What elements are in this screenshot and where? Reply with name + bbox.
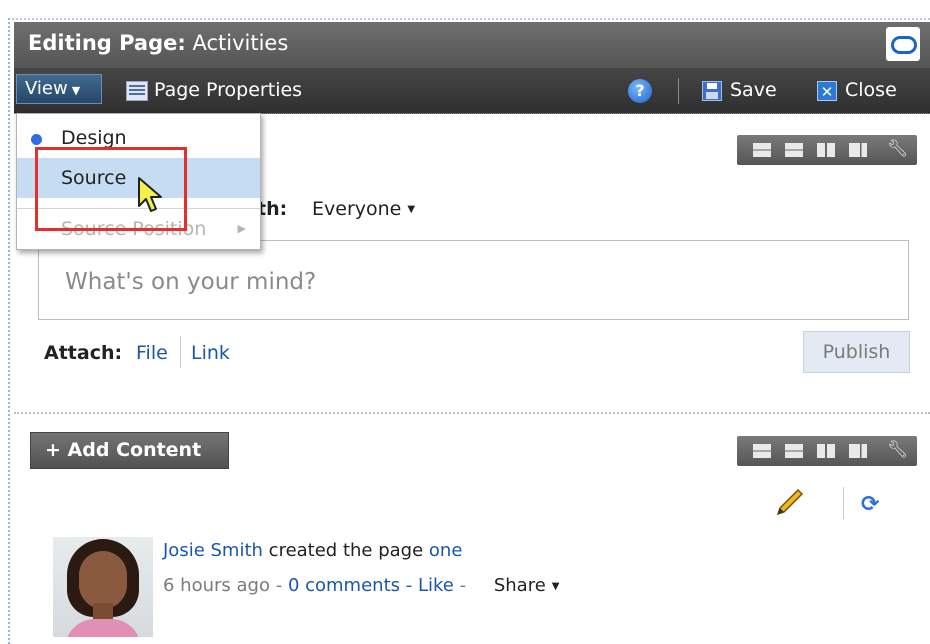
editor-toolbar: View ▼ Page Properties ? Save ✕ Close: [14, 68, 930, 114]
portlet-layout-tools-2: 🔧︎: [737, 436, 917, 466]
editor-titlebar: Editing Page: Activities: [14, 22, 930, 68]
layout-rows-icon[interactable]: [753, 444, 771, 458]
oracle-logo-icon: [886, 27, 920, 61]
layout-sidebar-icon[interactable]: [849, 444, 867, 458]
share-target-label: Everyone: [312, 198, 402, 220]
activity-action: created the page: [268, 540, 424, 561]
share-dropdown[interactable]: Share ▼: [494, 575, 560, 596]
refresh-icon[interactable]: ⟳: [861, 492, 879, 517]
selected-radio-icon: [31, 134, 42, 145]
like-link[interactable]: Like: [418, 575, 454, 596]
tool-separator: [843, 487, 844, 519]
publish-button[interactable]: Publish: [803, 331, 910, 373]
share-with-label: th:: [257, 198, 288, 220]
add-content-label: Add Content: [67, 439, 202, 461]
share-label: Share: [493, 575, 546, 596]
chevron-down-icon: ▼: [407, 204, 416, 215]
mouse-pointer-icon: [138, 177, 162, 212]
layout-rows-icon[interactable]: [753, 143, 771, 157]
menu-item-label: Design: [61, 127, 127, 149]
layout-sidebar-icon[interactable]: [849, 143, 867, 157]
wrench-icon[interactable]: 🔧︎: [887, 139, 909, 159]
plus-icon: +: [45, 439, 61, 461]
chevron-down-icon: ▼: [71, 84, 81, 97]
title-prefix: Editing Page:: [28, 31, 186, 55]
activity-user-link[interactable]: Josie Smith: [163, 540, 263, 561]
close-label: Close: [845, 79, 897, 101]
view-label: View: [25, 78, 68, 99]
page-edit-border-left: [8, 18, 10, 644]
close-button[interactable]: ✕ Close: [817, 68, 897, 113]
chevron-down-icon: ▼: [551, 580, 560, 592]
layout-split-icon[interactable]: [785, 444, 803, 458]
attach-separator: [180, 336, 181, 368]
page-properties-icon: [126, 80, 148, 101]
layout-split-icon[interactable]: [785, 143, 803, 157]
save-button[interactable]: Save: [702, 68, 777, 113]
save-icon: [702, 80, 722, 101]
close-icon: ✕: [817, 80, 837, 101]
toolbar-separator: [678, 78, 679, 104]
activity-meta: 6 hours ago - 0 comments - Like - Share ▼: [163, 575, 560, 596]
submenu-arrow-icon: ▶: [237, 222, 246, 235]
attach-link-link[interactable]: Link: [191, 342, 230, 364]
view-menu-button[interactable]: View ▼: [16, 74, 102, 104]
title-page-name: Activities: [192, 31, 289, 55]
activity-page-link[interactable]: one: [429, 540, 463, 561]
status-placeholder: What's on your mind?: [65, 269, 317, 295]
status-input[interactable]: What's on your mind?: [38, 240, 909, 320]
help-icon[interactable]: ?: [628, 79, 652, 103]
layout-columns-icon[interactable]: [817, 143, 835, 157]
section-divider: [14, 412, 930, 414]
pencil-edit-icon[interactable]: [772, 484, 808, 520]
page-edit-border-top: [8, 18, 930, 20]
page-properties-button[interactable]: Page Properties: [126, 68, 302, 113]
comments-link[interactable]: 0 comments: [288, 575, 400, 596]
share-target-dropdown[interactable]: Everyone ▼: [312, 198, 415, 220]
page-title: Editing Page: Activities: [28, 31, 288, 55]
portlet-layout-tools: 🔧︎: [737, 135, 917, 165]
avatar[interactable]: [53, 537, 153, 637]
activity-time: 6 hours ago: [163, 575, 270, 596]
layout-columns-icon[interactable]: [817, 444, 835, 458]
activity-summary: Josie Smith created the page one: [163, 540, 462, 561]
attach-file-link[interactable]: File: [136, 342, 168, 364]
wrench-icon[interactable]: 🔧︎: [887, 440, 909, 460]
attach-label: Attach:: [44, 342, 123, 364]
page-properties-label: Page Properties: [154, 79, 303, 101]
add-content-button[interactable]: + Add Content: [30, 432, 229, 469]
save-label: Save: [730, 79, 777, 101]
